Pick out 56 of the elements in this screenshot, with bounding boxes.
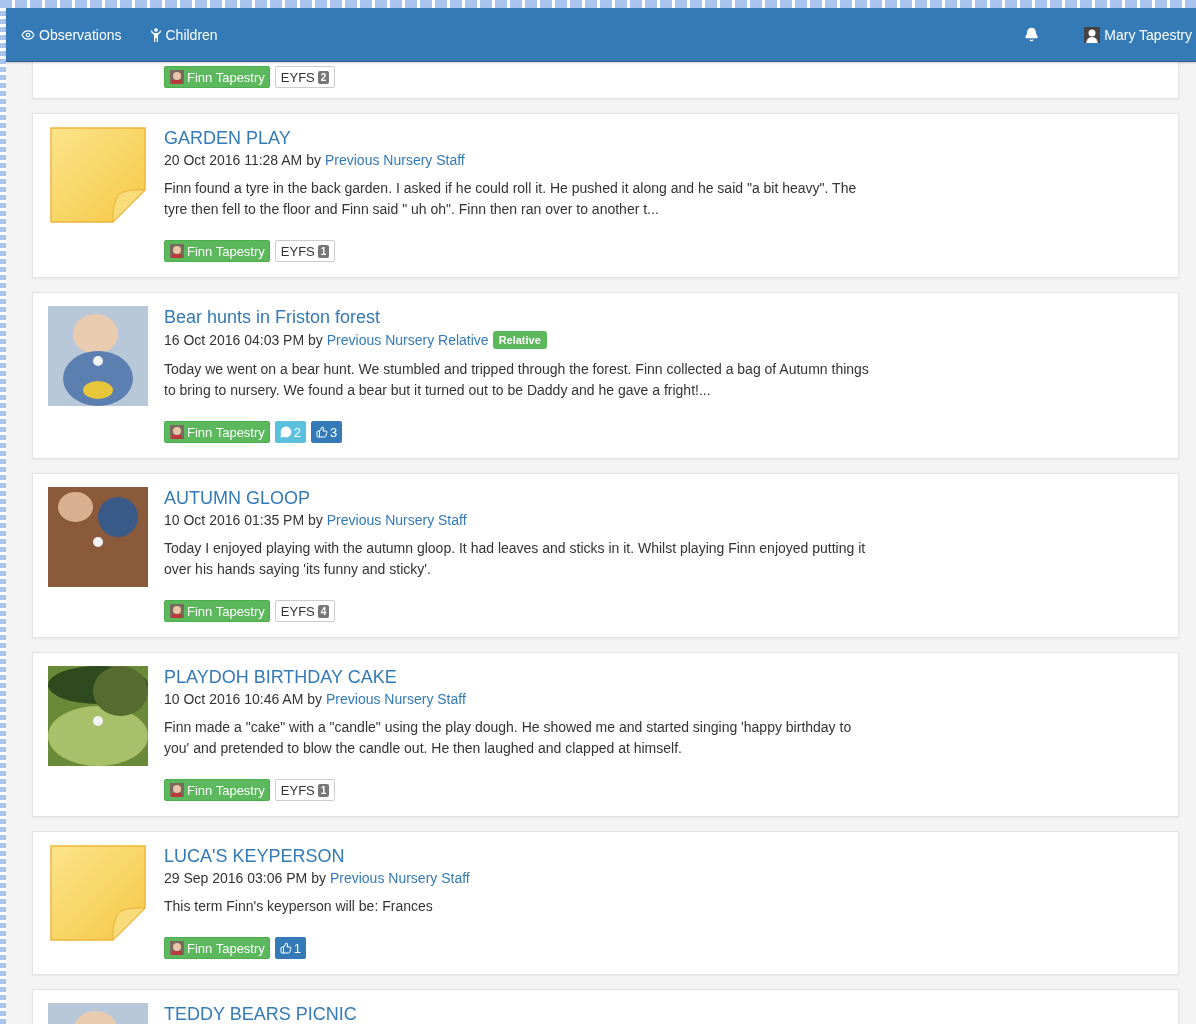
observation-title[interactable]: Bear hunts in Friston forest [164, 306, 381, 328]
observation-date: 10 Oct 2016 10:46 AM by [164, 691, 322, 707]
author-link[interactable]: Previous Nursery Staff [329, 870, 470, 886]
thumbs-up-icon [279, 942, 292, 954]
nav-link[interactable]: Observations [6, 8, 137, 61]
eyfs-tag[interactable]: EYFS 4 [274, 600, 336, 622]
observation-date: 20 Oct 2016 11:28 AM by [164, 152, 321, 168]
observation-text: This term Finn's keyperson will be: Frances [164, 897, 434, 916]
nav-link[interactable]: Children [136, 8, 233, 61]
eyfs-tag[interactable]: EYFS 1 [274, 779, 336, 801]
user-avatar-icon [1084, 26, 1101, 43]
eye-icon [21, 27, 35, 42]
observation-title[interactable]: LUCA'S KEYPERSON [164, 845, 345, 867]
child-avatar-icon [170, 941, 184, 955]
eyfs-tag[interactable]: EYFS 1 [274, 240, 336, 262]
observation-date: 10 Oct 2016 01:35 PM by [164, 512, 323, 528]
child-tag[interactable]: Finn Tapestry [164, 240, 270, 262]
observation-date: 29 Sep 2016 03:06 PM by [164, 870, 326, 886]
likes-tag[interactable]: 3 [311, 421, 343, 443]
comment-icon [279, 426, 292, 438]
child-avatar-icon [170, 604, 184, 618]
child-tag[interactable]: Finn Tapestry [164, 66, 270, 88]
child-tag[interactable]: Finn Tapestry [164, 421, 270, 443]
child-tag[interactable]: Finn Tapestry [164, 937, 270, 959]
child-avatar-icon [170, 244, 184, 258]
author-link[interactable]: Previous Nursery Staff [326, 512, 467, 528]
user-menu[interactable]: Mary Tapestry [1069, 8, 1196, 61]
child-tag[interactable]: Finn Tapestry [164, 779, 270, 801]
sticky-note-icon [50, 127, 146, 223]
child-icon [151, 27, 162, 42]
child-avatar-icon [170, 783, 184, 797]
child-tag[interactable]: Finn Tapestry [164, 600, 270, 622]
relative-badge: Relative [492, 331, 547, 349]
eyfs-count: 2 [317, 70, 330, 84]
observation-date: 16 Oct 2016 04:03 PM by [164, 332, 323, 348]
author-link[interactable]: Previous Nursery Staff [324, 152, 465, 168]
bell-icon [1024, 27, 1040, 42]
observation-title[interactable]: GARDEN PLAY [164, 127, 291, 149]
thumbs-up-icon [316, 426, 329, 438]
child-avatar-icon [170, 425, 184, 439]
observation-text: Finn found a tyre in the back garden. I asked if he could roll it. He pushed it along and he said "a bit heavy". The tyre then fell to the floor and Finn said " uh oh". Finn then ran over to another t... [164, 179, 858, 219]
observation-text: Finn made a "cake" with a "candle" using the play dough. He showed me and started singing 'happy birthday to you' and pretended to blow the candle out. He then laughed and clapped at himself. [164, 718, 853, 758]
child-avatar-icon [170, 70, 184, 84]
eyfs-tag[interactable]: EYFS 2 [274, 66, 336, 88]
eyfs-count: 1 [317, 783, 330, 797]
observation-text: Today we went on a bear hunt. We stumbled and tripped through the forest. Finn collected a bag of Autumn things to bring to nursery. We found a bear but it turned out to be Daddy and he gave a fright!... [164, 360, 870, 400]
author-link[interactable]: Previous Nursery Staff [326, 691, 466, 707]
observation-title[interactable]: PLAYDOH BIRTHDAY CAKE [164, 666, 397, 688]
eyfs-count: 4 [317, 604, 330, 618]
observation-title[interactable]: AUTUMN GLOOP [164, 487, 310, 509]
observation-title[interactable]: TEDDY BEARS PICNIC [164, 1003, 357, 1024]
sticky-note-icon [50, 845, 146, 941]
observation-text: Today I enjoyed playing with the autumn gloop. It had leaves and sticks in it. Whilst playing Finn enjoyed putting it over his hands saying 'its funny and sticky'. [164, 539, 867, 579]
eyfs-count: 1 [317, 244, 330, 258]
author-link[interactable]: Previous Nursery Relative [326, 332, 489, 348]
likes-tag[interactable]: 1 [274, 937, 307, 959]
